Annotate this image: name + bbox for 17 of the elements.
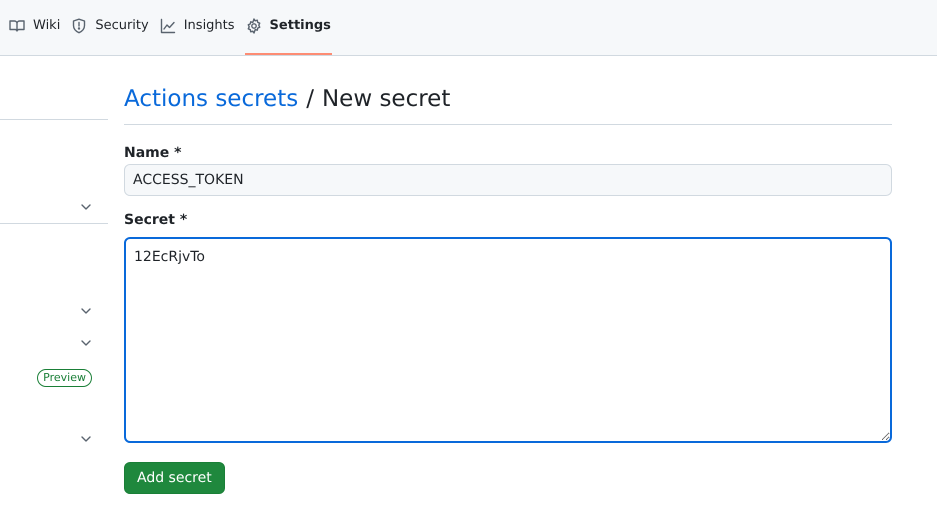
secret-label: Secret * xyxy=(124,211,188,230)
breadcrumb-link[interactable]: Actions secrets xyxy=(124,82,298,116)
gear-icon xyxy=(246,18,262,34)
page-title: New secret xyxy=(322,85,450,114)
add-secret-button[interactable]: Add secret xyxy=(124,462,225,494)
book-icon xyxy=(9,18,25,34)
shield-icon xyxy=(71,18,88,34)
breadcrumb-separator: / xyxy=(306,85,314,114)
repo-tab[interactable]: Settings xyxy=(244,7,332,55)
repo-tab[interactable]: Wiki xyxy=(8,7,62,55)
secret-field[interactable]: 12EcRjvTo xyxy=(124,237,892,443)
name-field[interactable]: ACCESS_TOKEN xyxy=(124,164,892,196)
name-label: Name * xyxy=(124,144,182,163)
preview-badge: Preview xyxy=(37,369,92,387)
graph-icon xyxy=(160,18,176,34)
repo-tab[interactable]: Insights xyxy=(158,7,236,55)
repo-tab[interactable]: Security xyxy=(70,7,150,55)
